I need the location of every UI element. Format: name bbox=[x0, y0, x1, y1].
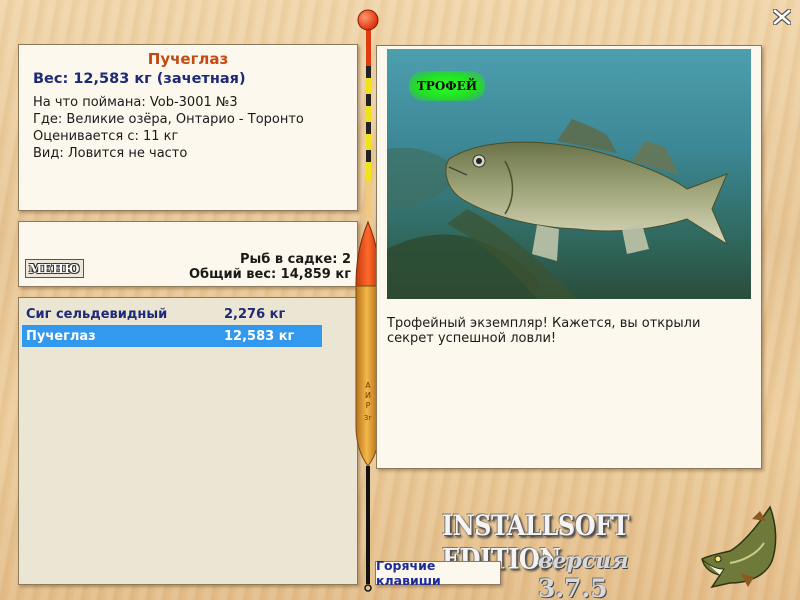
catch-name: Пучеглаз bbox=[26, 328, 96, 344]
fish-detail-panel: ТРОФЕЙ Трофейный экземпляр! Кажется, вы … bbox=[376, 45, 762, 469]
pike-fish-icon bbox=[701, 505, 777, 589]
total-weight: Общий вес: 14,859 кг bbox=[188, 267, 351, 282]
hotkeys-button[interactable]: Горячие клавиши bbox=[375, 558, 501, 588]
menu-button[interactable]: МЕНЮ bbox=[25, 259, 84, 278]
rated-from: Оценивается с: 11 кг bbox=[33, 129, 179, 144]
close-button[interactable] bbox=[772, 8, 792, 26]
photo-caption: Трофейный экземпляр! Кажется, вы открыли… bbox=[387, 316, 701, 346]
trophy-badge: ТРОФЕЙ bbox=[409, 71, 485, 101]
catch-weight: 12,583 кг bbox=[224, 328, 295, 344]
list-item-selected[interactable]: Пучеглаз 12,583 кг bbox=[22, 325, 322, 347]
fish-weight: Вес: 12,583 кг (зачетная) bbox=[33, 71, 246, 87]
close-icon bbox=[773, 9, 791, 25]
catch-list: Сиг сельдевидный 2,276 кг Пучеглаз 12,58… bbox=[18, 297, 358, 585]
svg-text:И: И bbox=[365, 391, 371, 400]
catch-weight: 2,276 кг bbox=[224, 306, 286, 322]
version-word: версия bbox=[538, 548, 629, 574]
fish-kind: Вид: Ловится не часто bbox=[33, 146, 188, 161]
svg-text:А: А bbox=[365, 381, 371, 390]
fish-count: Рыб в садке: 2 bbox=[239, 252, 351, 267]
fish-name: Пучеглаз bbox=[147, 50, 229, 68]
fish-info-panel: Пучеглаз Вес: 12,583 кг (зачетная) На чт… bbox=[18, 44, 358, 211]
catch-location: Где: Великие озёра, Онтарио - Торонто bbox=[33, 112, 304, 127]
fish-photo: ТРОФЕЙ bbox=[387, 49, 751, 299]
svg-text:3г: 3г bbox=[364, 414, 372, 422]
version-number: 3.7.5 bbox=[538, 574, 608, 600]
catch-name: Сиг сельдевидный bbox=[26, 306, 168, 322]
keepnet-summary-panel: МЕНЮ Рыб в садке: 2 Общий вес: 14,859 кг bbox=[18, 221, 358, 287]
svg-text:Р: Р bbox=[366, 401, 371, 410]
logo-version: версия 3.7.5 bbox=[538, 548, 690, 600]
caught-on: На что поймана: Vob-3001 №3 bbox=[33, 95, 238, 110]
list-item[interactable]: Сиг сельдевидный 2,276 кг bbox=[22, 303, 322, 325]
